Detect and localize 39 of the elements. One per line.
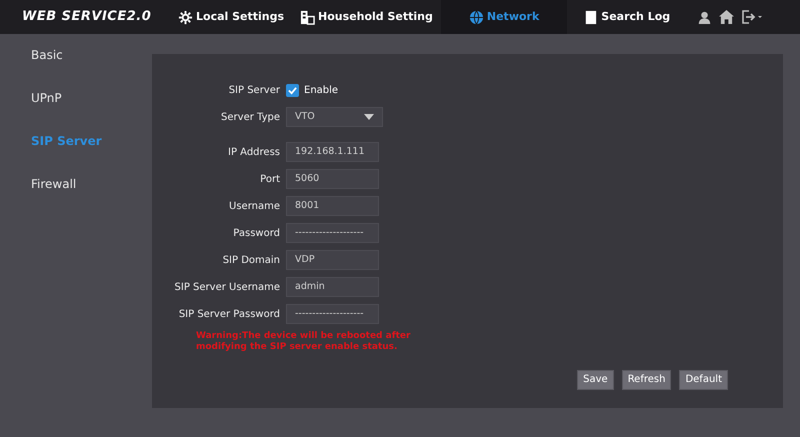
server-type-select[interactable]: VTO	[286, 107, 383, 127]
field-label: SIP Server Password	[178, 308, 281, 322]
sidebar-item[interactable]: UPnP	[31, 89, 62, 107]
checkbox-label: Enable	[304, 84, 338, 98]
input-field[interactable]: 5060	[286, 169, 379, 189]
field-label: Port	[259, 172, 281, 186]
field-label: Server Type	[220, 110, 281, 124]
user-icon[interactable]	[698, 10, 711, 24]
gear-icon	[178, 10, 193, 24]
nav-tab[interactable]: Household Setting	[292, 0, 441, 34]
input-field[interactable]: --------------------	[286, 223, 379, 243]
globe-icon	[468, 10, 484, 24]
nav-tab[interactable]: Local Settings	[170, 0, 292, 34]
field-label: SIP Server	[228, 84, 281, 98]
input-field[interactable]: 8001	[286, 196, 379, 216]
caret-icon	[364, 114, 374, 120]
field-label: Password	[232, 226, 281, 240]
warning-text: Warning:The device will be rebooted after modifying the SIP server enable status.	[196, 331, 412, 354]
action-button[interactable]: Save	[577, 370, 614, 390]
field-label: SIP Server Username	[174, 280, 281, 294]
input-field[interactable]: VDP	[286, 250, 379, 270]
input-field[interactable]: --------------------	[286, 304, 379, 324]
input-field[interactable]: admin	[286, 277, 379, 297]
input-field[interactable]: 192.168.1.111	[286, 142, 379, 162]
home-icon[interactable]	[719, 10, 734, 24]
action-button[interactable]: Refresh	[622, 370, 672, 390]
document-icon	[583, 10, 598, 24]
logo-text: WEB SERVICE2.0	[21, 8, 152, 26]
sidebar-item[interactable]: Firewall	[31, 175, 76, 193]
field-label: SIP Domain	[222, 254, 281, 268]
checkbox[interactable]	[286, 84, 299, 96]
nav-tab[interactable]: Search Log	[575, 0, 678, 34]
nav-tab[interactable]: Network	[440, 0, 568, 34]
field-label: IP Address	[227, 146, 281, 160]
field-label: Username	[228, 200, 281, 214]
sidebar-item[interactable]: Basic	[31, 46, 63, 64]
action-button[interactable]: Default	[679, 370, 728, 390]
logout-icon[interactable]	[742, 10, 764, 24]
building-icon	[300, 10, 316, 24]
